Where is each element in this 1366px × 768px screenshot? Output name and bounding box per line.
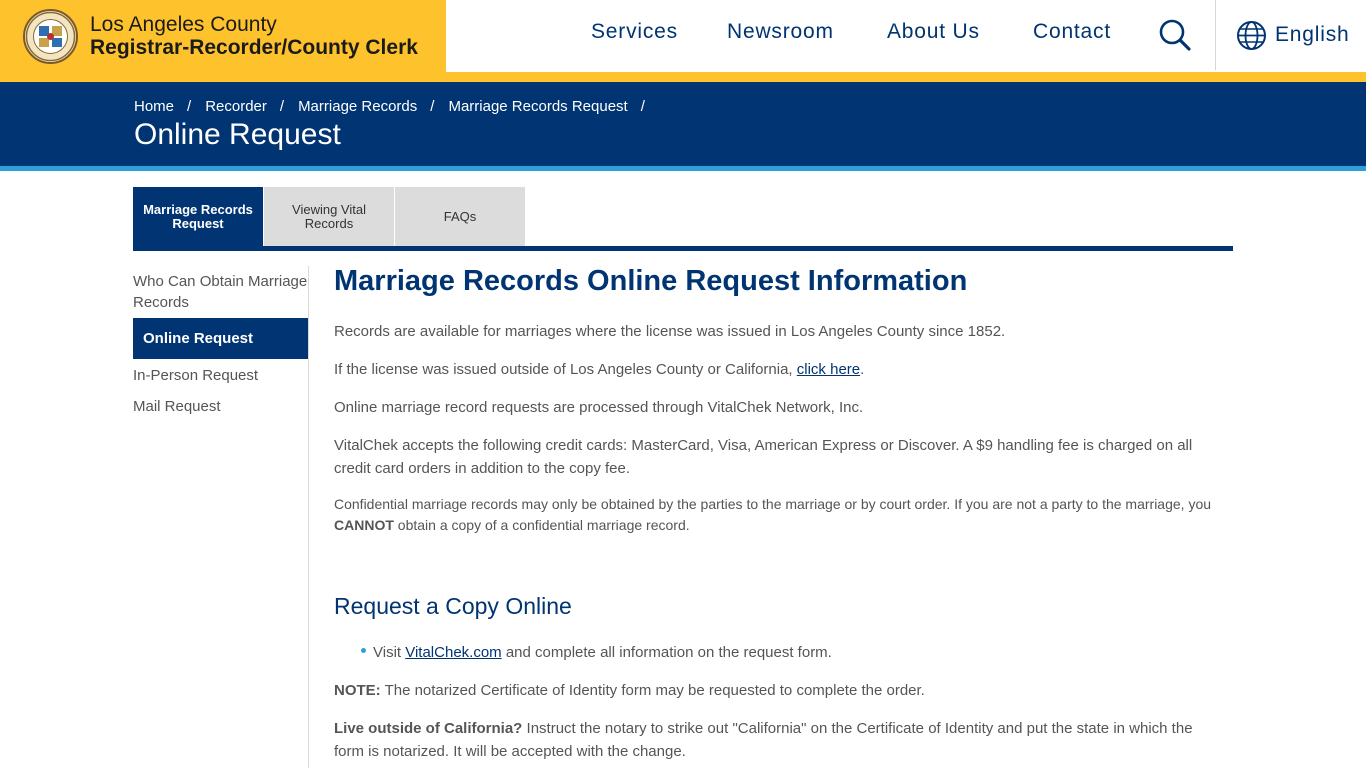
nav-contact[interactable]: Contact [1033,20,1111,44]
tab-faqs[interactable]: FAQs [395,187,525,246]
breadcrumb-marriage-records-request[interactable]: Marriage Records Request [448,98,627,115]
breadcrumb-recorder[interactable]: Recorder [205,98,267,115]
breadcrumb-marriage-records[interactable]: Marriage Records [298,98,417,115]
live-outside-label: Live outside of California? [334,720,523,737]
confidential-text: Confidential marriage records may only b… [334,496,1212,512]
visit-text-end: and complete all information on the requ… [501,644,832,661]
section-tabs: Marriage Records Request Viewing Vital R… [133,187,526,246]
search-icon[interactable] [1158,18,1192,52]
click-here-link[interactable]: click here [797,361,860,378]
breadcrumb-separator: / [430,98,435,115]
note-label: NOTE: [334,682,381,699]
paragraph-credit-cards: VitalChek accepts the following credit c… [334,437,1193,477]
brand-block[interactable]: Los Angeles County Registrar-Recorder/Co… [0,0,446,82]
tab-viewing-vital-records[interactable]: Viewing Vital Records [264,187,394,246]
breadcrumb-separator: / [279,98,285,115]
breadcrumb-separator: / [640,98,645,115]
language-selector[interactable]: English [1236,18,1349,52]
paragraph-note: NOTE: The notarized Certificate of Ident… [334,679,1219,702]
paragraph-availability: Records are available for marriages wher… [334,323,1006,340]
bullet-icon [361,648,366,653]
paragraph-live-outside: Live outside of California? Instruct the… [334,717,1219,763]
confidential-text-end: obtain a copy of a confidential marriage… [393,517,690,533]
county-name[interactable]: Los Angeles County [90,13,277,37]
sidenav-divider [308,266,309,768]
outside-county-period: . [860,361,865,378]
breadcrumb: Home / Recorder / Marriage Records / Mar… [134,98,659,115]
breadcrumb-separator: / [187,98,192,115]
side-navigation: Who Can Obtain Marriage Records Online R… [133,271,308,417]
county-seal-icon[interactable] [23,9,78,64]
department-name[interactable]: Registrar-Recorder/County Clerk [90,36,418,60]
paragraph-confidential: Confidential marriage records may only b… [334,494,1219,536]
tabs-underline [133,246,1233,251]
content-heading: Marriage Records Online Request Informat… [334,265,968,297]
request-steps-list: Visit VitalChek.com and complete all inf… [334,641,1219,664]
outside-county-text: If the license was issued outside of Los… [334,361,797,378]
request-online-heading: Request a Copy Online [334,593,572,619]
nav-about-us[interactable]: About Us [887,20,980,44]
main-content: Marriage Records Online Request Informat… [334,264,1219,763]
cannot-emphasis: CANNOT [334,517,394,533]
sidenav-online-request[interactable]: Online Request [133,318,308,359]
visit-text: Visit [373,644,406,661]
nav-newsroom[interactable]: Newsroom [727,20,834,44]
sidenav-in-person-request[interactable]: In-Person Request [133,365,308,386]
header-accent-strip [446,72,1366,82]
vitalchek-link[interactable]: VitalChek.com [405,644,501,661]
language-label: English [1275,23,1350,46]
tab-marriage-records-request[interactable]: Marriage Records Request [133,187,263,246]
note-text: The notarized Certificate of Identity fo… [380,682,925,699]
banner-accent [0,166,1366,171]
page-title: Online Request [134,118,341,151]
paragraph-outside-county: If the license was issued outside of Los… [334,358,1219,381]
sidenav-mail-request[interactable]: Mail Request [133,396,308,417]
sidenav-who-can-obtain[interactable]: Who Can Obtain Marriage Records [133,271,308,313]
breadcrumb-home[interactable]: Home [134,98,174,115]
globe-icon [1237,20,1266,50]
paragraph-vitalchek: Online marriage record requests are proc… [334,399,864,416]
nav-services[interactable]: Services [591,20,678,44]
header-divider [1215,0,1216,70]
list-item: Visit VitalChek.com and complete all inf… [360,641,1219,664]
